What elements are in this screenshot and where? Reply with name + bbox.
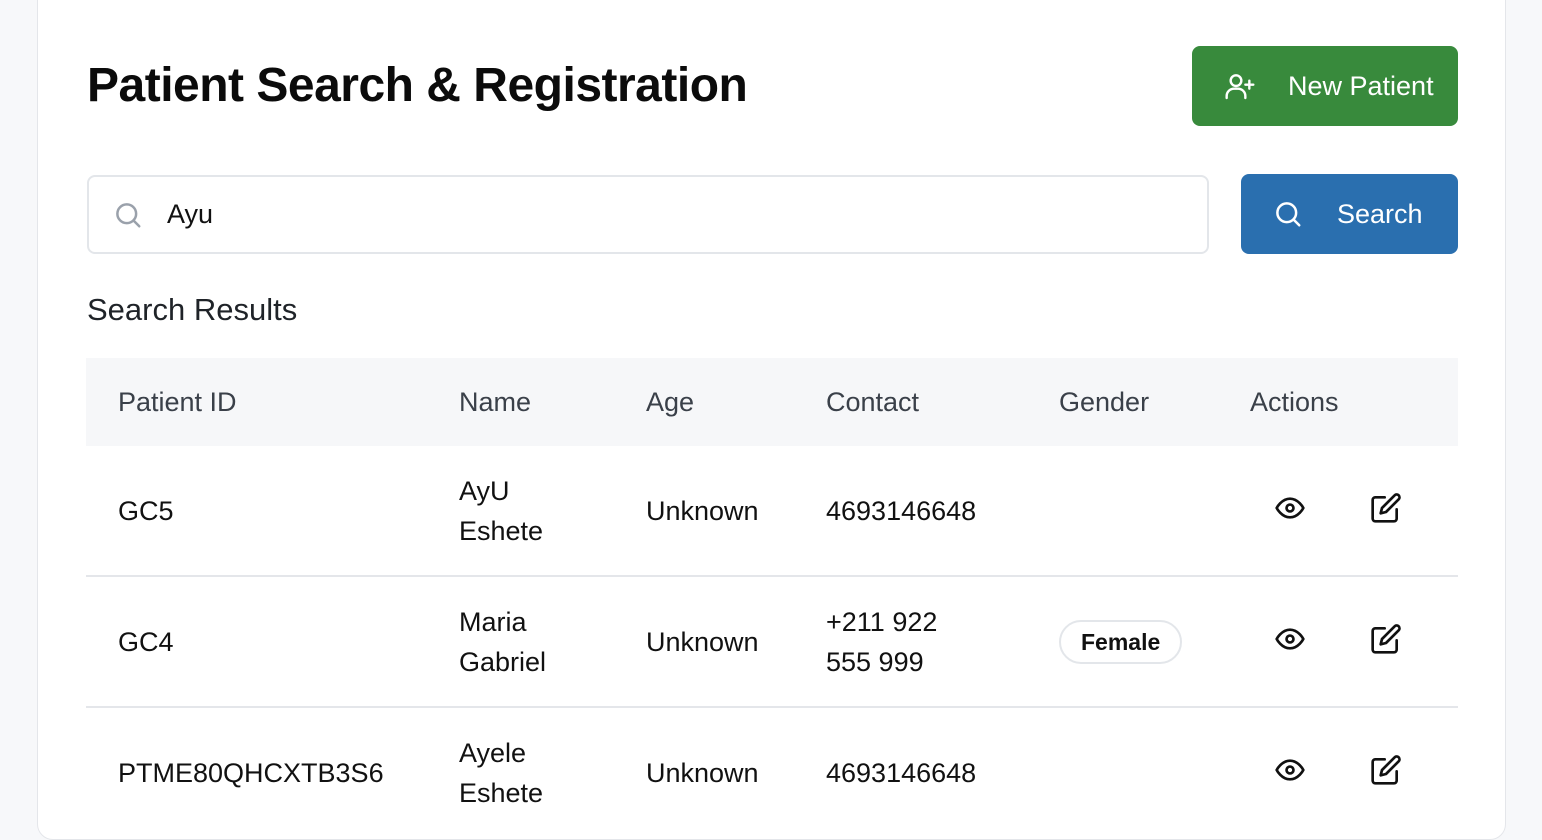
search-icon	[113, 200, 143, 230]
eye-icon	[1274, 754, 1306, 791]
new-patient-label: New Patient	[1288, 70, 1434, 101]
new-patient-button[interactable]: New Patient	[1192, 46, 1458, 126]
table-header: Patient ID Name Age Contact Gender Actio…	[86, 358, 1458, 446]
column-header-patient-id: Patient ID	[118, 387, 237, 417]
results-table: Patient ID Name Age Contact Gender Actio…	[86, 358, 1458, 837]
patient-contact-cell: +211 922 555 999	[826, 606, 938, 677]
search-button-label: Search	[1337, 198, 1423, 229]
user-plus-icon	[1224, 70, 1256, 102]
edit-icon	[1370, 492, 1402, 529]
page-title: Patient Search & Registration	[87, 59, 748, 112]
patient-name-cell: Ayele Eshete	[459, 737, 544, 808]
patient-id-cell: GC5	[118, 495, 174, 526]
column-header-age: Age	[646, 387, 695, 417]
search-results-title: Search Results	[87, 292, 298, 327]
gender-badge: Female	[1059, 619, 1183, 664]
edit-icon	[1370, 754, 1402, 791]
column-header-contact: Contact	[826, 387, 920, 417]
patient-name-cell: AyU Eshete	[459, 475, 544, 546]
patient-contact-cell: 4693146648	[826, 495, 977, 526]
column-header-name: Name	[459, 387, 532, 417]
column-header-actions: Actions	[1250, 387, 1339, 417]
patient-age-cell: Unknown	[646, 626, 759, 657]
search-input[interactable]	[167, 199, 1167, 230]
search-button[interactable]: Search	[1241, 174, 1458, 254]
table-row: GC4 Maria Gabriel Unknown +211 922 555 9…	[86, 577, 1458, 708]
column-header-gender: Gender	[1059, 387, 1150, 417]
search-field[interactable]	[87, 175, 1209, 254]
eye-icon	[1274, 492, 1306, 529]
edit-icon	[1370, 623, 1402, 660]
patient-contact-cell: 4693146648	[826, 757, 977, 788]
patient-id-cell: GC4	[118, 626, 174, 657]
patient-name-cell: Maria Gabriel	[459, 606, 547, 677]
table-row: GC5 AyU Eshete Unknown 4693146648	[86, 446, 1458, 577]
view-patient-button[interactable]	[1274, 446, 1306, 575]
patient-age-cell: Unknown	[646, 495, 759, 526]
view-patient-button[interactable]	[1274, 577, 1306, 706]
eye-icon	[1274, 623, 1306, 660]
edit-patient-button[interactable]	[1370, 577, 1402, 706]
edit-patient-button[interactable]	[1370, 446, 1402, 575]
search-icon	[1273, 199, 1303, 229]
